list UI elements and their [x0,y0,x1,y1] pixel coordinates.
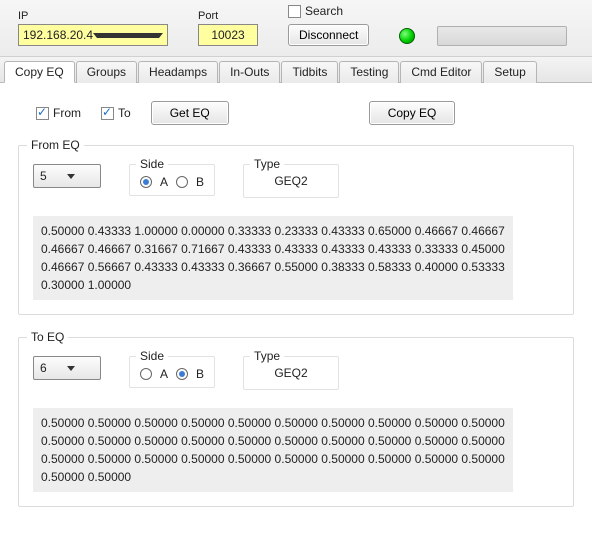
to-eq-title: To EQ [27,330,68,344]
progress-bar [437,26,567,46]
chevron-down-icon [67,174,75,179]
from-side-group: Side A B [129,164,215,196]
from-side-b-label: B [196,175,204,189]
to-eq-group: To EQ 6 Side A B Type GEQ2 0.50000 0.500… [18,337,574,507]
tab-setup[interactable]: Setup [483,61,536,83]
from-side-a-label: A [160,175,168,189]
ip-group: IP 192.168.20.4 [18,10,168,46]
tab-headamps[interactable]: Headamps [138,61,218,83]
from-type-label: Type [250,157,284,171]
to-side-b-radio[interactable] [176,368,188,380]
tab-tidbits[interactable]: Tidbits [281,61,338,83]
chevron-down-icon [93,33,163,38]
ip-label: IP [18,10,168,22]
tab-content: From To Get EQ Copy EQ From EQ 5 Side A … [0,83,592,549]
tab-cmd-editor[interactable]: Cmd Editor [400,61,482,83]
tab-testing[interactable]: Testing [339,61,399,83]
status-led-icon [399,28,415,44]
to-type-box: Type GEQ2 [243,356,339,390]
port-input[interactable]: 10023 [198,24,258,46]
copy-eq-button[interactable]: Copy EQ [369,101,456,125]
tab-in-outs[interactable]: In-Outs [219,61,280,83]
from-channel-value: 5 [40,169,47,183]
from-side-b-radio[interactable] [176,176,188,188]
chevron-down-icon [67,366,75,371]
from-type-box: Type GEQ2 [243,164,339,198]
to-side-a-radio[interactable] [140,368,152,380]
ip-value: 192.168.20.4 [23,28,93,42]
to-side-label: Side [136,349,168,363]
top-toolbar: IP 192.168.20.4 Port 10023 Search Discon… [0,0,592,57]
to-channel-select[interactable]: 6 [33,356,101,380]
from-side-a-radio[interactable] [140,176,152,188]
from-side-label: Side [136,157,168,171]
disconnect-button[interactable]: Disconnect [288,24,369,46]
tab-groups[interactable]: Groups [76,61,137,83]
from-type-value: GEQ2 [274,174,307,188]
to-channel-value: 6 [40,361,47,375]
from-checkbox-label: From [53,106,81,120]
from-channel-select[interactable]: 5 [33,164,101,188]
to-side-group: Side A B [129,356,215,388]
from-eq-values: 0.50000 0.43333 1.00000 0.00000 0.33333 … [33,216,513,300]
to-checkbox[interactable] [101,107,114,120]
to-type-label: Type [250,349,284,363]
to-eq-values: 0.50000 0.50000 0.50000 0.50000 0.50000 … [33,408,513,492]
search-checkbox[interactable] [288,5,301,18]
tab-copy-eq[interactable]: Copy EQ [4,61,75,83]
to-checkbox-label: To [118,106,131,120]
get-eq-button[interactable]: Get EQ [151,101,229,125]
to-side-a-label: A [160,367,168,381]
from-eq-title: From EQ [27,138,84,152]
to-side-b-label: B [196,367,204,381]
from-eq-group: From EQ 5 Side A B Type GEQ2 0.50000 0.4… [18,145,574,315]
port-label: Port [198,10,258,22]
port-group: Port 10023 [198,10,258,46]
to-type-value: GEQ2 [274,366,307,380]
search-group: Search Disconnect [288,4,369,46]
from-checkbox[interactable] [36,107,49,120]
ip-combo[interactable]: 192.168.20.4 [18,24,168,46]
action-row: From To Get EQ Copy EQ [36,101,574,125]
search-label: Search [305,4,343,18]
tab-bar: Copy EQ Groups Headamps In-Outs Tidbits … [0,57,592,83]
